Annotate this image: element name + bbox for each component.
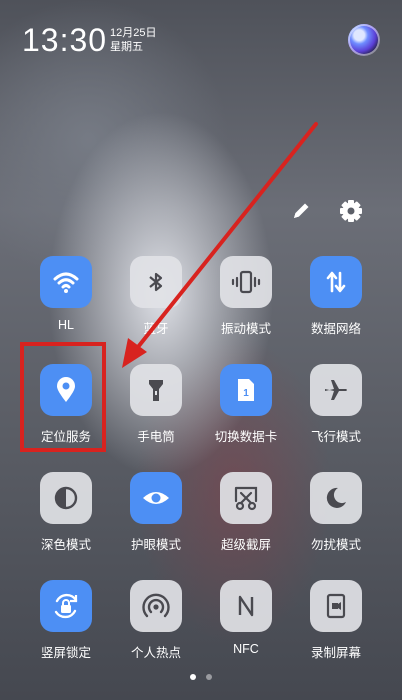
airplane-icon xyxy=(325,380,347,400)
tile-label: 护眼模式 xyxy=(130,538,181,552)
nfc-icon xyxy=(238,595,254,617)
rotation-lock-icon xyxy=(54,593,78,619)
annotation-highlight-box xyxy=(20,342,106,452)
tile-box xyxy=(220,256,272,308)
clock: 13:30 xyxy=(22,22,108,58)
tile-label: 个人热点 xyxy=(130,646,181,660)
flashlight-icon xyxy=(149,380,163,401)
tile-vibrate[interactable]: 振动模式 xyxy=(200,256,292,356)
tile-sim-card[interactable]: 1 切换数据卡 xyxy=(200,364,292,464)
page-indicator xyxy=(0,667,402,685)
moon-icon xyxy=(326,487,346,508)
tile-box xyxy=(130,580,182,632)
tile-label: 蓝牙 xyxy=(143,322,169,336)
header-actions xyxy=(286,196,366,230)
date: 12月25日 xyxy=(110,27,157,39)
tile-label: 切换数据卡 xyxy=(214,430,278,444)
tile-label: 振动模式 xyxy=(220,322,271,336)
tile-bluetooth[interactable]: 蓝牙 xyxy=(110,256,202,356)
tile-label: 数据网络 xyxy=(310,322,361,336)
tile-screen-record[interactable]: 录制屏幕 xyxy=(290,580,382,680)
wifi-icon xyxy=(53,272,79,293)
tile-screenshot[interactable]: 超级截屏 xyxy=(200,472,292,572)
tile-mobile-data[interactable]: 数据网络 xyxy=(290,256,382,356)
tile-label: 录制屏幕 xyxy=(310,646,361,660)
eye-icon xyxy=(143,492,169,504)
tile-rotation-lock[interactable]: 竖屏锁定 xyxy=(20,580,112,680)
tile-do-not-disturb[interactable]: 勿扰模式 xyxy=(290,472,382,572)
gear-icon[interactable] xyxy=(336,196,366,226)
tile-label: 勿扰模式 xyxy=(310,538,361,552)
tile-airplane[interactable]: 飞行模式 xyxy=(290,364,382,464)
tile-box xyxy=(130,364,182,416)
tile-label: 深色模式 xyxy=(40,538,91,552)
hotspot-icon xyxy=(142,593,170,618)
status-bar: 13:30 12月25日 星期五 xyxy=(22,22,380,62)
tile-box xyxy=(310,580,362,632)
svg-text:1: 1 xyxy=(243,388,249,399)
bluetooth-icon xyxy=(149,272,163,292)
tile-wifi[interactable]: HL xyxy=(20,256,112,356)
tile-nfc[interactable]: NFC xyxy=(200,580,292,680)
tile-flashlight[interactable]: 手电筒 xyxy=(110,364,202,464)
tile-box xyxy=(40,580,92,632)
tile-box: 1 xyxy=(220,364,272,416)
tile-label: 手电筒 xyxy=(137,430,175,444)
tile-label: 飞行模式 xyxy=(310,430,361,444)
sim-card-icon: 1 xyxy=(238,379,254,401)
tile-hotspot[interactable]: 个人热点 xyxy=(110,580,202,680)
tile-label: HL xyxy=(58,318,74,332)
tile-box xyxy=(40,256,92,308)
dark-mode-icon xyxy=(54,486,78,510)
tile-box xyxy=(40,472,92,524)
tile-box xyxy=(220,580,272,632)
tile-eye-comfort[interactable]: 护眼模式 xyxy=(110,472,202,572)
mobile-data-icon xyxy=(326,271,346,293)
tile-label: NFC xyxy=(233,642,259,656)
vibrate-icon xyxy=(231,270,261,294)
tile-box xyxy=(130,256,182,308)
tile-box xyxy=(310,256,362,308)
tile-label: 竖屏锁定 xyxy=(40,646,91,660)
tile-dark-mode[interactable]: 深色模式 xyxy=(20,472,112,572)
screen-record-icon xyxy=(326,593,346,619)
weekday: 星期五 xyxy=(110,41,143,53)
tile-box xyxy=(220,472,272,524)
edit-icon[interactable] xyxy=(286,196,316,226)
tile-box xyxy=(130,472,182,524)
tile-label: 超级截屏 xyxy=(220,538,271,552)
screenshot-icon xyxy=(234,486,258,511)
date-block: 12月25日 星期五 xyxy=(110,26,156,54)
page-dot[interactable] xyxy=(206,674,213,680)
voice-assistant-icon[interactable] xyxy=(348,24,380,56)
page-dot-active[interactable] xyxy=(189,674,196,680)
tile-box xyxy=(310,364,362,416)
tile-box xyxy=(310,472,362,524)
